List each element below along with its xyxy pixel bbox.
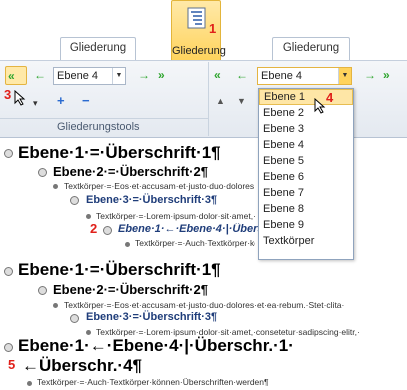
body-text: Textkörper·=·Auch·Textkörper·können·Über… (135, 238, 255, 248)
mixed-heading-text: Ebene·1·←·Ebene·4·|·Überschr.·1·←·Übersc… (118, 223, 258, 235)
tab-gliederung-left[interactable]: Gliederung (60, 37, 136, 60)
big-button-label: Gliederung (172, 45, 226, 57)
body-bullet[interactable] (27, 381, 32, 386)
dropdown-item-ebene-6[interactable]: Ebene 6 (259, 169, 353, 185)
badge-5: 5 (8, 357, 16, 372)
body-text: Textkörper·=·Lorem·ipsum·dolor·sit·amet,… (96, 211, 256, 221)
heading3-text: Ebene·3·=·Überschrift·3¶ (86, 311, 218, 323)
outline-bullet[interactable] (4, 343, 13, 352)
dropdown-item-ebene-7[interactable]: Ebene 7 (259, 185, 353, 201)
tab-gliederung-right[interactable]: Gliederung (272, 37, 350, 60)
combo-right-value: Ebene 4 (261, 70, 302, 82)
promote-button[interactable]: ← (34, 67, 46, 83)
move-down-icon[interactable]: ▼ (237, 96, 246, 106)
demote-button[interactable]: → (138, 67, 150, 83)
demote-to-body-button-right[interactable]: » (383, 67, 390, 83)
double-left-arrow-icon: « (8, 69, 15, 83)
dropdown-item-textkoerper[interactable]: Textkörper (259, 233, 353, 249)
badge-2: 2 (90, 221, 98, 236)
outline-level-combo-left[interactable]: Ebene 4 ▼ (53, 67, 126, 85)
move-up-icon[interactable]: ▲ (216, 96, 225, 106)
outline-level-dropdown[interactable]: Ebene 1 Ebene 2 Ebene 3 Ebene 4 Ebene 5 … (258, 88, 354, 260)
combo-left-value: Ebene 4 (57, 70, 98, 82)
mouse-cursor-icon (314, 98, 326, 114)
outline-bullet[interactable] (4, 149, 13, 158)
promote-to-heading1-button-right[interactable]: « (214, 67, 221, 83)
heading3-text: Ebene·3·=·Überschrift·3¶ (86, 194, 218, 206)
dropdown-item-ebene-1[interactable]: Ebene 1 (259, 89, 353, 105)
body-text: Textkörper·=·Auch·Textkörper·können·Über… (37, 377, 269, 387)
outline-bullet[interactable] (38, 168, 47, 177)
body-bullet[interactable] (86, 330, 91, 335)
outline-bullet[interactable] (70, 196, 79, 205)
dropdown-item-ebene-9[interactable]: Ebene 9 (259, 217, 353, 233)
dropdown-item-ebene-8[interactable]: Ebene 8 (259, 201, 353, 217)
dropdown-item-ebene-4[interactable]: Ebene 4 (259, 137, 353, 153)
expand-plus-icon[interactable]: + (57, 93, 65, 108)
body-text: Textkörper·=·Eos·et·accusam·et·justo·duo… (64, 181, 254, 191)
group-label-gliederungstools: Gliederungstools (57, 121, 140, 133)
collapse-minus-icon[interactable]: − (82, 93, 90, 108)
heading1-text: Ebene·1·=·Überschrift·1¶ (18, 143, 221, 162)
badge-3: 3 (4, 87, 12, 102)
body-bullet[interactable] (86, 214, 91, 219)
group-separator (208, 62, 209, 136)
group-divider (0, 118, 208, 119)
dropdown-item-ebene-3[interactable]: Ebene 3 (259, 121, 353, 137)
heading2-text: Ebene·2·=·Überschrift·2¶ (53, 164, 208, 179)
outline-bullet[interactable] (103, 226, 112, 235)
outline-view-icon (187, 7, 206, 29)
dropdown-item-ebene-5[interactable]: Ebene 5 (259, 153, 353, 169)
outline-bullet[interactable] (4, 267, 13, 276)
show-level-dropdown[interactable]: ▾ (33, 98, 38, 109)
promote-button-right[interactable]: ← (236, 67, 248, 83)
demote-button-right[interactable]: → (364, 67, 376, 83)
body-text: Textkörper·=·Eos·et·accusam·et·justo·duo… (64, 300, 345, 310)
heading1-text-continued: ←Überschr.·4¶ (22, 356, 142, 375)
chevron-down-icon: ▼ (112, 68, 125, 84)
dropdown-item-ebene-2[interactable]: Ebene 2 (259, 105, 353, 121)
promote-to-heading1-button[interactable]: « (5, 66, 27, 85)
gliederung-big-button[interactable]: 1 Gliederung (171, 0, 226, 62)
outline-bullet[interactable] (38, 286, 47, 295)
heading2-text: Ebene·2·=·Überschrift·2¶ (53, 282, 208, 297)
body-bullet[interactable] (53, 184, 58, 189)
outline-bullet[interactable] (70, 314, 79, 323)
heading1-text: Ebene·1·=·Überschrift·1¶ (18, 260, 221, 279)
body-bullet[interactable] (53, 303, 58, 308)
badge-4: 4 (326, 90, 334, 105)
heading1-text: Ebene·1·←·Ebene·4·|·Überschr.·1· (18, 336, 294, 355)
chevron-down-icon: ▼ (338, 68, 351, 84)
badge-1: 1 (209, 21, 217, 36)
demote-to-body-button[interactable]: » (158, 67, 165, 83)
mouse-cursor-icon (14, 90, 26, 106)
body-bullet[interactable] (125, 242, 130, 247)
outline-level-combo-right[interactable]: Ebene 4 ▼ (257, 67, 352, 85)
